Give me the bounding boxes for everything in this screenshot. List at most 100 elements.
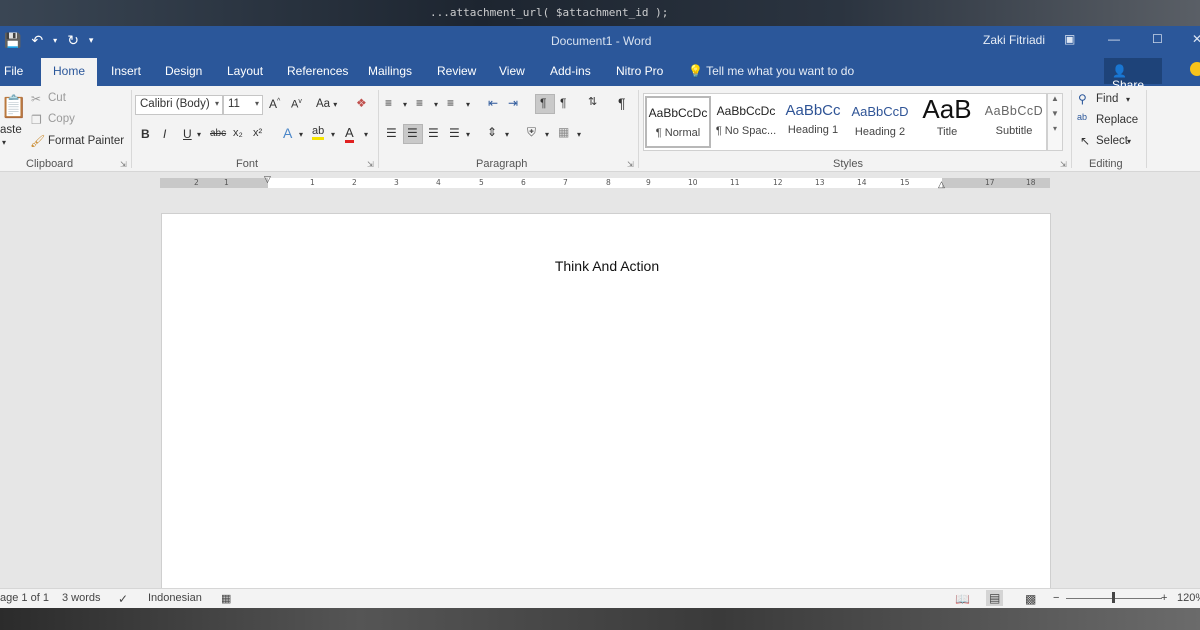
highlight-color-icon[interactable]: ab: [312, 125, 325, 140]
style-subtitle[interactable]: AaBbCcD Subtitle: [981, 96, 1047, 148]
clipboard-launcher-icon[interactable]: ⇲: [120, 160, 127, 169]
style-normal[interactable]: AaBbCcDc ¶ Normal: [645, 96, 711, 148]
tab-file[interactable]: File: [4, 64, 23, 78]
find-dropdown-icon[interactable]: ▾: [1126, 95, 1130, 104]
scroll-up-icon[interactable]: ▲: [1048, 94, 1062, 103]
decrease-indent-icon[interactable]: ⇤: [488, 96, 498, 110]
tab-design[interactable]: Design: [165, 64, 202, 78]
save-icon[interactable]: 💾: [4, 32, 21, 49]
strikethrough-button[interactable]: abc: [210, 128, 226, 139]
sort-icon[interactable]: ⇅: [588, 95, 597, 108]
tab-home[interactable]: Home: [41, 58, 98, 86]
copy-button[interactable]: Copy: [48, 113, 75, 125]
numbering-icon[interactable]: ≡: [416, 96, 423, 110]
paste-dropdown-icon[interactable]: ▾: [2, 138, 6, 147]
justify-dropdown-icon[interactable]: ▾: [466, 130, 470, 139]
format-painter-button[interactable]: Format Painter: [48, 135, 124, 147]
close-icon[interactable]: ✕: [1192, 32, 1200, 46]
style-heading-1[interactable]: AaBbCc Heading 1: [780, 96, 846, 148]
zoom-in-icon[interactable]: +: [1161, 592, 1167, 604]
underline-dropdown-icon[interactable]: ▾: [197, 130, 201, 139]
maximize-icon[interactable]: ☐: [1152, 32, 1163, 46]
increase-indent-icon[interactable]: ⇥: [508, 96, 518, 110]
font-color-icon[interactable]: A: [345, 125, 354, 143]
replace-button[interactable]: Replace: [1096, 114, 1138, 126]
customize-qat-icon[interactable]: ▾: [89, 35, 94, 46]
first-line-indent-marker-icon[interactable]: ▽: [264, 174, 271, 185]
tab-add-ins[interactable]: Add-ins: [550, 64, 591, 78]
bullets-icon[interactable]: ≡: [385, 96, 392, 110]
shading-icon[interactable]: ⛨: [527, 125, 536, 140]
cut-button[interactable]: Cut: [48, 92, 66, 104]
find-button[interactable]: Find: [1096, 93, 1118, 105]
redo-icon[interactable]: ↻: [67, 32, 79, 49]
select-button[interactable]: Select: [1096, 135, 1128, 147]
zoom-out-icon[interactable]: −: [1053, 592, 1059, 604]
justify-icon[interactable]: ☰: [449, 126, 460, 140]
multilevel-list-icon[interactable]: ≡: [447, 96, 454, 110]
share-button[interactable]: 👤 Share: [1104, 58, 1162, 92]
shrink-font-icon[interactable]: Av: [291, 98, 302, 111]
font-color-dropdown-icon[interactable]: ▾: [364, 130, 368, 139]
read-mode-icon[interactable]: 📖: [955, 592, 970, 606]
styles-gallery-scroll[interactable]: ▲ ▼ ▾: [1047, 93, 1063, 151]
paste-button-label[interactable]: aste: [0, 124, 22, 136]
clear-formatting-icon[interactable]: ❖: [356, 96, 367, 110]
text-effects-icon[interactable]: A: [283, 125, 292, 141]
proofing-icon[interactable]: ✓: [118, 592, 128, 606]
word-count-status[interactable]: 3 words: [62, 592, 101, 604]
right-indent-marker-icon[interactable]: △: [938, 179, 945, 190]
document-body-text[interactable]: Think And Action: [162, 258, 1052, 274]
zoom-slider-thumb[interactable]: [1112, 592, 1115, 603]
tab-view[interactable]: View: [499, 64, 525, 78]
tell-me-search[interactable]: 💡 Tell me what you want to do: [688, 64, 854, 78]
superscript-button[interactable]: x²: [253, 127, 262, 139]
minimize-icon[interactable]: —: [1108, 32, 1120, 46]
ribbon-display-options-icon[interactable]: ▣: [1064, 32, 1075, 46]
web-layout-icon[interactable]: ▩: [1025, 592, 1036, 606]
undo-icon[interactable]: ↶: [31, 32, 43, 49]
font-launcher-icon[interactable]: ⇲: [367, 160, 374, 169]
user-name[interactable]: Zaki Fitriadi: [983, 33, 1045, 47]
document-page[interactable]: Think And Action: [161, 213, 1051, 593]
bold-button[interactable]: B: [141, 127, 150, 141]
tab-review[interactable]: Review: [437, 64, 476, 78]
zoom-level[interactable]: 120%: [1177, 592, 1200, 604]
bullets-dropdown-icon[interactable]: ▾: [403, 100, 407, 109]
page-count-status[interactable]: age 1 of 1: [0, 592, 49, 604]
align-left-icon[interactable]: ☰: [386, 126, 397, 140]
line-spacing-dropdown-icon[interactable]: ▾: [505, 130, 509, 139]
paste-icon[interactable]: 📋: [0, 94, 27, 120]
horizontal-ruler[interactable]: 2 1 1 2 3 4 5 6 7 8 9 10 11 12 13 14 15 …: [160, 174, 1050, 190]
tab-mailings[interactable]: Mailings: [368, 64, 412, 78]
align-right-icon[interactable]: ☰: [428, 126, 439, 140]
tab-references[interactable]: References: [287, 64, 348, 78]
select-dropdown-icon[interactable]: ▾: [1127, 137, 1131, 146]
numbering-dropdown-icon[interactable]: ▾: [434, 100, 438, 109]
smiley-feedback-icon[interactable]: [1190, 62, 1200, 76]
print-layout-icon[interactable]: ▤: [986, 590, 1004, 606]
highlight-dropdown-icon[interactable]: ▾: [331, 130, 335, 139]
underline-button[interactable]: U: [183, 127, 192, 141]
tab-insert[interactable]: Insert: [111, 64, 141, 78]
grow-font-icon[interactable]: A^: [269, 97, 280, 111]
undo-dropdown-icon[interactable]: ▾: [53, 36, 57, 45]
line-spacing-icon[interactable]: ⇕: [487, 125, 497, 139]
styles-launcher-icon[interactable]: ⇲: [1060, 160, 1067, 169]
style-heading-2[interactable]: AaBbCcD Heading 2: [847, 96, 913, 148]
more-styles-icon[interactable]: ▾: [1048, 124, 1062, 133]
multilevel-dropdown-icon[interactable]: ▾: [466, 100, 470, 109]
scroll-down-icon[interactable]: ▼: [1048, 109, 1062, 118]
style-no-spacing[interactable]: AaBbCcDc ¶ No Spac...: [713, 96, 779, 148]
borders-dropdown-icon[interactable]: ▾: [577, 130, 581, 139]
subscript-button[interactable]: x₂: [233, 127, 243, 139]
font-name-combo[interactable]: Calibri (Body) ▾: [135, 95, 223, 115]
macro-recording-icon[interactable]: ▦: [221, 592, 231, 605]
change-case-button[interactable]: Aa ▾: [316, 98, 337, 110]
shading-dropdown-icon[interactable]: ▾: [545, 130, 549, 139]
rtl-paragraph-icon[interactable]: ¶: [560, 96, 566, 110]
tab-layout[interactable]: Layout: [227, 64, 263, 78]
language-status[interactable]: Indonesian: [148, 592, 202, 604]
borders-icon[interactable]: ▦: [558, 125, 569, 139]
paragraph-launcher-icon[interactable]: ⇲: [627, 160, 634, 169]
